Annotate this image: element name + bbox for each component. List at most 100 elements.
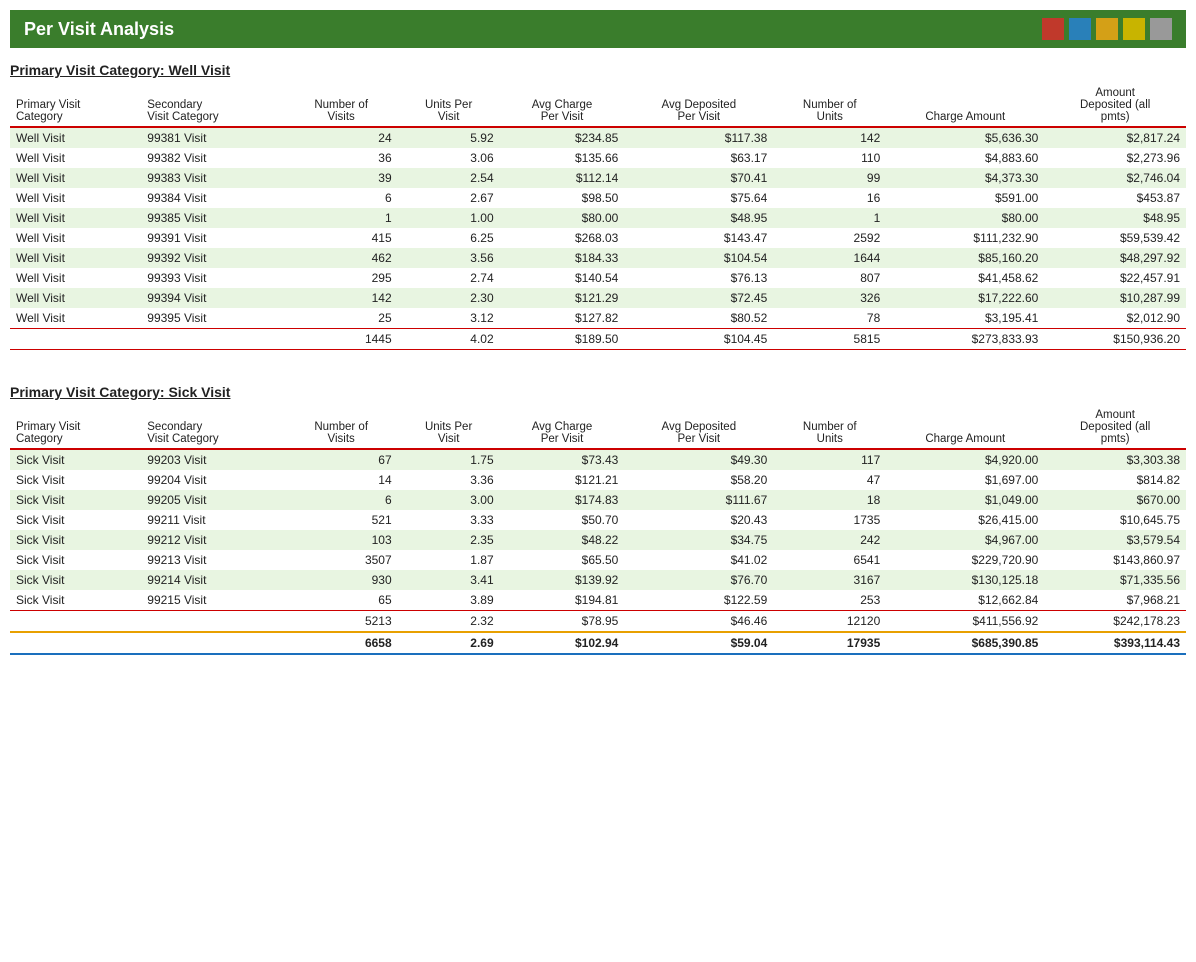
- subtotal-cell: 12120: [773, 611, 886, 633]
- table-cell: 99204 Visit: [141, 470, 284, 490]
- table-row: Sick Visit99203 Visit671.75$73.43$49.301…: [10, 449, 1186, 470]
- table-cell: 39: [285, 168, 398, 188]
- subtotal-cell: $189.50: [500, 329, 625, 350]
- table-cell: $4,883.60: [886, 148, 1044, 168]
- table-cell: $10,645.75: [1044, 510, 1186, 530]
- table-cell: $50.70: [500, 510, 625, 530]
- table-cell: 36: [285, 148, 398, 168]
- table-cell: $34.75: [624, 530, 773, 550]
- col-num-units-sv: Number ofUnits: [773, 406, 886, 449]
- table-cell: 6: [285, 490, 398, 510]
- table-cell: 415: [285, 228, 398, 248]
- table-cell: $85,160.20: [886, 248, 1044, 268]
- table-cell: 47: [773, 470, 886, 490]
- table-cell: $5,636.30: [886, 127, 1044, 148]
- table-cell: $70.41: [624, 168, 773, 188]
- table-cell: $10,287.99: [1044, 288, 1186, 308]
- table-cell: 2.30: [398, 288, 500, 308]
- table-cell: $58.20: [624, 470, 773, 490]
- grandtotal-cell: [141, 632, 284, 654]
- table-cell: 3167: [773, 570, 886, 590]
- table-cell: 521: [285, 510, 398, 530]
- table-cell: 99383 Visit: [141, 168, 284, 188]
- subtotal-cell: $46.46: [624, 611, 773, 633]
- table-cell: $48.22: [500, 530, 625, 550]
- col-amount-deposited-sv: AmountDeposited (allpmts): [1044, 406, 1186, 449]
- table-row: Well Visit99394 Visit1422.30$121.29$72.4…: [10, 288, 1186, 308]
- table-cell: 99215 Visit: [141, 590, 284, 611]
- table-cell: 99394 Visit: [141, 288, 284, 308]
- table-cell: $75.64: [624, 188, 773, 208]
- table-cell: $48,297.92: [1044, 248, 1186, 268]
- col-num-visits-wv: Number ofVisits: [285, 84, 398, 127]
- table-cell: $80.00: [886, 208, 1044, 228]
- table-row: Sick Visit99212 Visit1032.35$48.22$34.75…: [10, 530, 1186, 550]
- sick-visit-table: Primary VisitCategory SecondaryVisit Cat…: [10, 406, 1186, 655]
- table-cell: 1735: [773, 510, 886, 530]
- table-cell: $72.45: [624, 288, 773, 308]
- table-cell: $7,968.21: [1044, 590, 1186, 611]
- col-units-per-visit-wv: Units PerVisit: [398, 84, 500, 127]
- col-charge-amount-wv: Charge Amount: [886, 84, 1044, 127]
- table-cell: $130,125.18: [886, 570, 1044, 590]
- table-cell: 326: [773, 288, 886, 308]
- table-cell: $80.52: [624, 308, 773, 329]
- table-cell: $135.66: [500, 148, 625, 168]
- grandtotal-cell: 2.69: [398, 632, 500, 654]
- table-cell: $3,303.38: [1044, 449, 1186, 470]
- table-cell: Sick Visit: [10, 570, 141, 590]
- table-cell: $2,817.24: [1044, 127, 1186, 148]
- table-cell: $22,457.91: [1044, 268, 1186, 288]
- subtotal-cell: 4.02: [398, 329, 500, 350]
- table-cell: Sick Visit: [10, 449, 141, 470]
- table-cell: 3.12: [398, 308, 500, 329]
- table-cell: $229,720.90: [886, 550, 1044, 570]
- page-title: Per Visit Analysis: [24, 19, 174, 40]
- table-cell: 253: [773, 590, 886, 611]
- table-cell: $453.87: [1044, 188, 1186, 208]
- table-row: Sick Visit99205 Visit63.00$174.83$111.67…: [10, 490, 1186, 510]
- table-cell: $122.59: [624, 590, 773, 611]
- table-cell: $268.03: [500, 228, 625, 248]
- table-cell: 99211 Visit: [141, 510, 284, 530]
- table-cell: $104.54: [624, 248, 773, 268]
- table-cell: $143,860.97: [1044, 550, 1186, 570]
- table-cell: Well Visit: [10, 188, 141, 208]
- table-row: Sick Visit99204 Visit143.36$121.21$58.20…: [10, 470, 1186, 490]
- table-cell: 142: [773, 127, 886, 148]
- col-num-visits-sv: Number ofVisits: [285, 406, 398, 449]
- table-cell: 99393 Visit: [141, 268, 284, 288]
- icon-gray: [1150, 18, 1172, 40]
- col-avg-charge-wv: Avg ChargePer Visit: [500, 84, 625, 127]
- table-cell: $194.81: [500, 590, 625, 611]
- table-cell: 18: [773, 490, 886, 510]
- table-cell: 142: [285, 288, 398, 308]
- table-row: Well Visit99392 Visit4623.56$184.33$104.…: [10, 248, 1186, 268]
- icon-blue: [1069, 18, 1091, 40]
- table-cell: 99392 Visit: [141, 248, 284, 268]
- subtotal-cell: $104.45: [624, 329, 773, 350]
- table-cell: $234.85: [500, 127, 625, 148]
- subtotal-cell: 2.32: [398, 611, 500, 633]
- table-cell: $73.43: [500, 449, 625, 470]
- table-cell: 78: [773, 308, 886, 329]
- table-cell: 99213 Visit: [141, 550, 284, 570]
- table-cell: 3507: [285, 550, 398, 570]
- table-cell: 3.33: [398, 510, 500, 530]
- table-cell: $111.67: [624, 490, 773, 510]
- grandtotal-cell: $685,390.85: [886, 632, 1044, 654]
- table-cell: $121.29: [500, 288, 625, 308]
- table-row: Well Visit99391 Visit4156.25$268.03$143.…: [10, 228, 1186, 248]
- grandtotal-cell: $59.04: [624, 632, 773, 654]
- table-cell: 99214 Visit: [141, 570, 284, 590]
- table-cell: $3,579.54: [1044, 530, 1186, 550]
- table-cell: $117.38: [624, 127, 773, 148]
- subtotal-row: 14454.02$189.50$104.455815$273,833.93$15…: [10, 329, 1186, 350]
- table-cell: $143.47: [624, 228, 773, 248]
- table-cell: 295: [285, 268, 398, 288]
- table-cell: Sick Visit: [10, 590, 141, 611]
- table-cell: 25: [285, 308, 398, 329]
- table-row: Sick Visit99211 Visit5213.33$50.70$20.43…: [10, 510, 1186, 530]
- table-cell: 3.36: [398, 470, 500, 490]
- table-cell: $98.50: [500, 188, 625, 208]
